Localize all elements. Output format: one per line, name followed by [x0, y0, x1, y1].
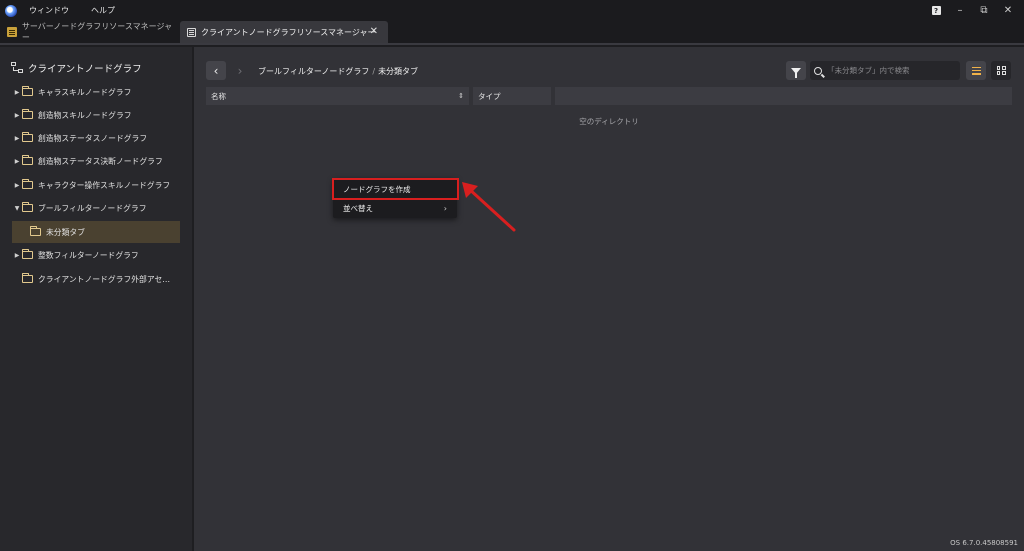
- restore-icon: ⧉: [980, 5, 988, 16]
- menubar: ウィンドウ ヘルプ ? – ⧉ ✕: [0, 0, 1024, 21]
- filter-button[interactable]: [786, 61, 806, 80]
- sidebar-item-external-assets[interactable]: クライアントノードグラフ外部アセ…: [12, 268, 180, 290]
- sidebar-item-label: 創造物ステータス決断ノードグラフ: [38, 156, 163, 166]
- sidebar-item-label: クライアントノードグラフ外部アセ…: [38, 274, 171, 284]
- search-box[interactable]: [810, 61, 960, 80]
- sort-icon[interactable]: ⇕: [458, 92, 464, 100]
- node-graph-icon: [11, 62, 23, 74]
- search-input[interactable]: [827, 66, 957, 75]
- sidebar-item-bool-filter[interactable]: ▼ ブールフィルターノードグラフ: [12, 197, 180, 219]
- forward-button[interactable]: ›: [230, 61, 250, 80]
- sidebar-root[interactable]: クライアントノードグラフ: [11, 61, 142, 75]
- folder-icon: [22, 202, 33, 212]
- question-icon: ?: [931, 6, 941, 15]
- sidebar-item-uncategorized[interactable]: 未分類タブ: [12, 221, 180, 243]
- chevron-left-icon: ‹: [213, 63, 219, 78]
- filter-icon: [791, 67, 801, 78]
- window-controls: ? – ⧉ ✕: [924, 0, 1020, 21]
- sidebar-item-label: 創造物スキルノードグラフ: [38, 110, 132, 120]
- sidebar-item-label: ブールフィルターノードグラフ: [38, 203, 147, 213]
- caret-down-icon[interactable]: ▼: [12, 205, 22, 212]
- minimize-icon: –: [957, 5, 963, 16]
- sidebar-item-label: 創造物ステータスノードグラフ: [38, 133, 148, 143]
- grid-view-icon: [996, 66, 1006, 75]
- sidebar-item-creature-skill[interactable]: ▶ 創造物スキルノードグラフ: [12, 104, 180, 126]
- sidebar-item-creature-status[interactable]: ▶ 創造物ステータスノードグラフ: [12, 127, 180, 149]
- caret-right-icon[interactable]: ▶: [12, 252, 22, 259]
- help-button[interactable]: ?: [924, 0, 948, 21]
- caret-right-icon[interactable]: ▶: [12, 112, 22, 119]
- document-icon: [7, 27, 17, 37]
- grid-view-button[interactable]: [991, 61, 1011, 80]
- caret-right-icon[interactable]: ▶: [12, 89, 22, 96]
- folder-icon: [30, 226, 41, 236]
- list-view-button[interactable]: [966, 61, 986, 80]
- menu-help[interactable]: ヘルプ: [91, 5, 115, 16]
- close-icon: ✕: [1003, 5, 1013, 16]
- sidebar-item-label: 未分類タブ: [46, 227, 85, 237]
- sidebar-item-creature-status-decision[interactable]: ▶ 創造物ステータス決断ノードグラフ: [12, 150, 180, 172]
- folder-icon: [22, 249, 33, 259]
- sidebar-item-label: キャラクター操作スキルノードグラフ: [38, 180, 171, 190]
- chevron-right-icon: ›: [237, 63, 243, 78]
- menu-item-sort[interactable]: 並べ替え ›: [333, 200, 457, 216]
- column-header-label: タイプ: [478, 91, 501, 101]
- breadcrumb-item[interactable]: ブールフィルターノードグラフ: [258, 67, 369, 76]
- sidebar-item-int-filter[interactable]: ▶ 整数フィルターノードグラフ: [12, 244, 180, 266]
- minimize-button[interactable]: –: [948, 0, 972, 21]
- tab-label: サーバーノードグラフリソースマネージャー: [21, 22, 173, 42]
- sidebar-item-label: 整数フィルターノードグラフ: [38, 250, 139, 260]
- breadcrumb-separator: /: [372, 67, 376, 76]
- folder-icon: [22, 109, 33, 119]
- tab-close-icon[interactable]: ✕: [370, 26, 378, 37]
- breadcrumb: ブールフィルターノードグラフ / 未分類タブ: [258, 66, 418, 77]
- sidebar-item-label: キャラスキルノードグラフ: [38, 87, 132, 97]
- breadcrumb-item[interactable]: 未分類タブ: [378, 67, 418, 76]
- annotation-arrow-icon: [462, 182, 516, 232]
- menu-window[interactable]: ウィンドウ: [29, 5, 69, 16]
- sidebar-item-chara-skill[interactable]: ▶ キャラスキルノードグラフ: [12, 81, 180, 103]
- folder-icon: [22, 179, 33, 189]
- tab-client-resource-manager[interactable]: クライアントノードグラフリソースマネージャー ✕: [180, 21, 388, 43]
- caret-right-icon[interactable]: ▶: [12, 135, 22, 142]
- folder-icon: [22, 86, 33, 96]
- main-panel: ‹ › ブールフィルターノードグラフ/未分類タブ 名称 ⇕ タイプ 空のディレク…: [194, 47, 1024, 551]
- chevron-right-icon: ›: [443, 203, 447, 213]
- column-header-type[interactable]: タイプ: [473, 87, 551, 105]
- caret-right-icon[interactable]: ▶: [12, 182, 22, 189]
- folder-icon: [22, 132, 33, 142]
- document-icon: [187, 27, 196, 37]
- tab-label: クライアントノードグラフリソースマネージャー: [201, 27, 376, 37]
- search-icon: [814, 66, 822, 75]
- back-button[interactable]: ‹: [206, 61, 226, 80]
- column-header-empty: [555, 87, 1012, 105]
- close-window-button[interactable]: ✕: [996, 0, 1020, 21]
- annotation-highlight-box: [332, 178, 459, 200]
- tab-server-resource-manager[interactable]: サーバーノードグラフリソースマネージャー: [0, 21, 178, 43]
- version-label: OS 6.7.0.45808591: [950, 539, 1018, 547]
- column-header-label: 名称: [211, 91, 226, 101]
- empty-directory-message: 空のディレクトリ: [579, 117, 639, 126]
- tab-bar: サーバーノードグラフリソースマネージャー クライアントノードグラフリソースマネー…: [0, 21, 1024, 45]
- restore-button[interactable]: ⧉: [972, 0, 996, 21]
- sidebar: クライアントノードグラフ ▶ キャラスキルノードグラフ ▶ 創造物スキルノードグ…: [0, 47, 192, 551]
- sidebar-item-character-operation-skill[interactable]: ▶ キャラクター操作スキルノードグラフ: [12, 174, 180, 196]
- folder-icon: [22, 273, 33, 283]
- list-view-icon: [971, 66, 981, 75]
- caret-right-icon[interactable]: ▶: [12, 158, 22, 165]
- folder-icon: [22, 155, 33, 165]
- sidebar-root-label: クライアントノードグラフ: [28, 64, 142, 75]
- menu-item-label: 並べ替え: [343, 203, 373, 213]
- app-logo-icon[interactable]: [5, 4, 17, 17]
- column-header-name[interactable]: 名称 ⇕: [206, 87, 469, 105]
